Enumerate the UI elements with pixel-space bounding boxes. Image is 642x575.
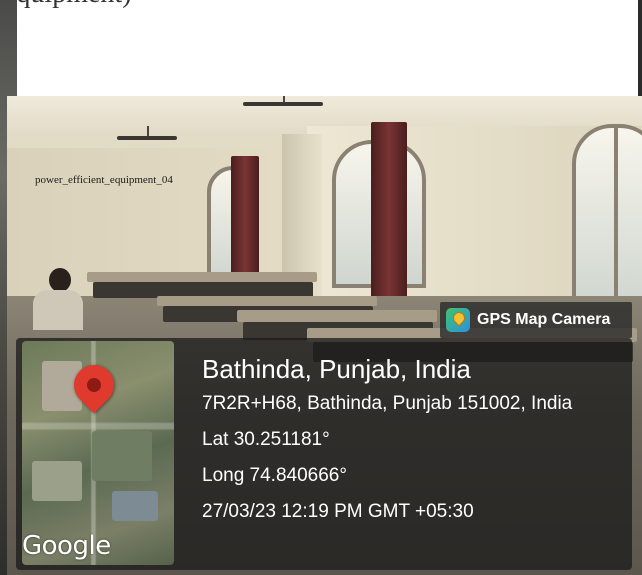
gps-details: Bathinda, Punjab, India 7R2R+H68, Bathin… xyxy=(202,352,572,530)
image-label: power_efficient_equipment_04 xyxy=(35,174,173,186)
map-thumbnail: Google xyxy=(22,341,174,565)
document-header-area: equipment) xyxy=(0,0,642,96)
gps-app-title: GPS Map Camera xyxy=(477,311,611,328)
timestamp: 27/03/23 12:19 PM GMT +05:30 xyxy=(202,501,474,522)
desk xyxy=(237,310,437,322)
google-logo: Google xyxy=(22,531,111,561)
window xyxy=(572,124,642,312)
ceiling-fan xyxy=(243,96,323,106)
gps-info-card: Google Bathinda, Punjab, India 7R2R+H68,… xyxy=(16,338,632,570)
gps-app-badge: GPS Map Camera xyxy=(440,302,632,338)
photo-right-edge xyxy=(638,0,642,96)
ceiling-fan xyxy=(117,126,177,140)
curtain xyxy=(371,122,407,302)
address: 7R2R+H68, Bathinda, Punjab 151002, India xyxy=(202,393,573,414)
curtain xyxy=(231,156,259,278)
clipped-document-text: equipment) xyxy=(4,0,132,10)
gps-map-camera-icon xyxy=(446,308,470,332)
latitude: Lat 30.251181° xyxy=(202,429,330,450)
place-name: Bathinda, Punjab, India xyxy=(202,354,471,384)
classroom-photo: power_efficient_equipment_04 GPS Map Cam… xyxy=(7,96,642,575)
longitude: Long 74.840666° xyxy=(202,465,347,486)
seated-person xyxy=(27,268,83,330)
desk xyxy=(157,296,377,306)
desk xyxy=(87,272,317,282)
